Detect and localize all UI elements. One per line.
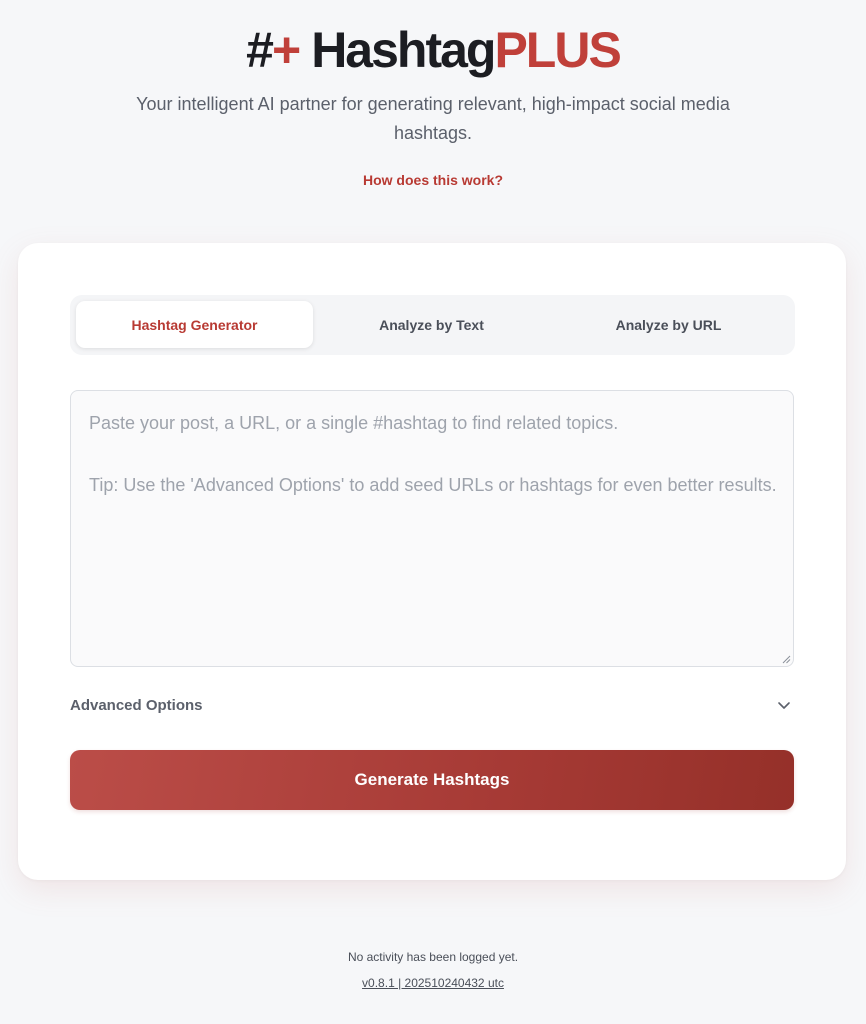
advanced-options-toggle[interactable]: Advanced Options [70, 692, 794, 718]
generate-hashtags-button[interactable]: Generate Hashtags [70, 750, 794, 810]
version-info: v0.8.1 | 202510240432 utc [0, 976, 866, 990]
version-link[interactable]: v0.8.1 | 202510240432 utc [362, 976, 504, 990]
how-it-works-link[interactable]: How does this work? [0, 172, 866, 188]
activity-log-status: No activity has been logged yet. [347, 950, 519, 964]
logo-plus-icon: + [271, 22, 301, 78]
logo-word-hashtag: Hashtag [311, 22, 496, 78]
generator-card: Hashtag Generator Analyze by Text Analyz… [18, 243, 846, 880]
post-input-placeholder: Paste your post, a URL, or a single #has… [89, 413, 777, 495]
resize-handle-icon[interactable] [781, 654, 791, 664]
logo-hash-icon: # [246, 22, 274, 78]
tab-bar: Hashtag Generator Analyze by Text Analyz… [70, 295, 795, 355]
tab-analyze-by-text[interactable]: Analyze by Text [313, 301, 550, 348]
logo: # + Hashtag PLUS [0, 22, 866, 78]
advanced-options-label: Advanced Options [70, 696, 203, 714]
tab-hashtag-generator[interactable]: Hashtag Generator [76, 301, 313, 348]
tagline: Your intelligent AI partner for generati… [136, 94, 730, 143]
logo-word-plus: PLUS [494, 22, 621, 78]
chevron-down-icon [778, 702, 790, 709]
tab-analyze-by-url[interactable]: Analyze by URL [550, 301, 787, 348]
logo-mark: # + [246, 22, 301, 78]
post-input[interactable]: Paste your post, a URL, or a single #has… [70, 390, 794, 667]
